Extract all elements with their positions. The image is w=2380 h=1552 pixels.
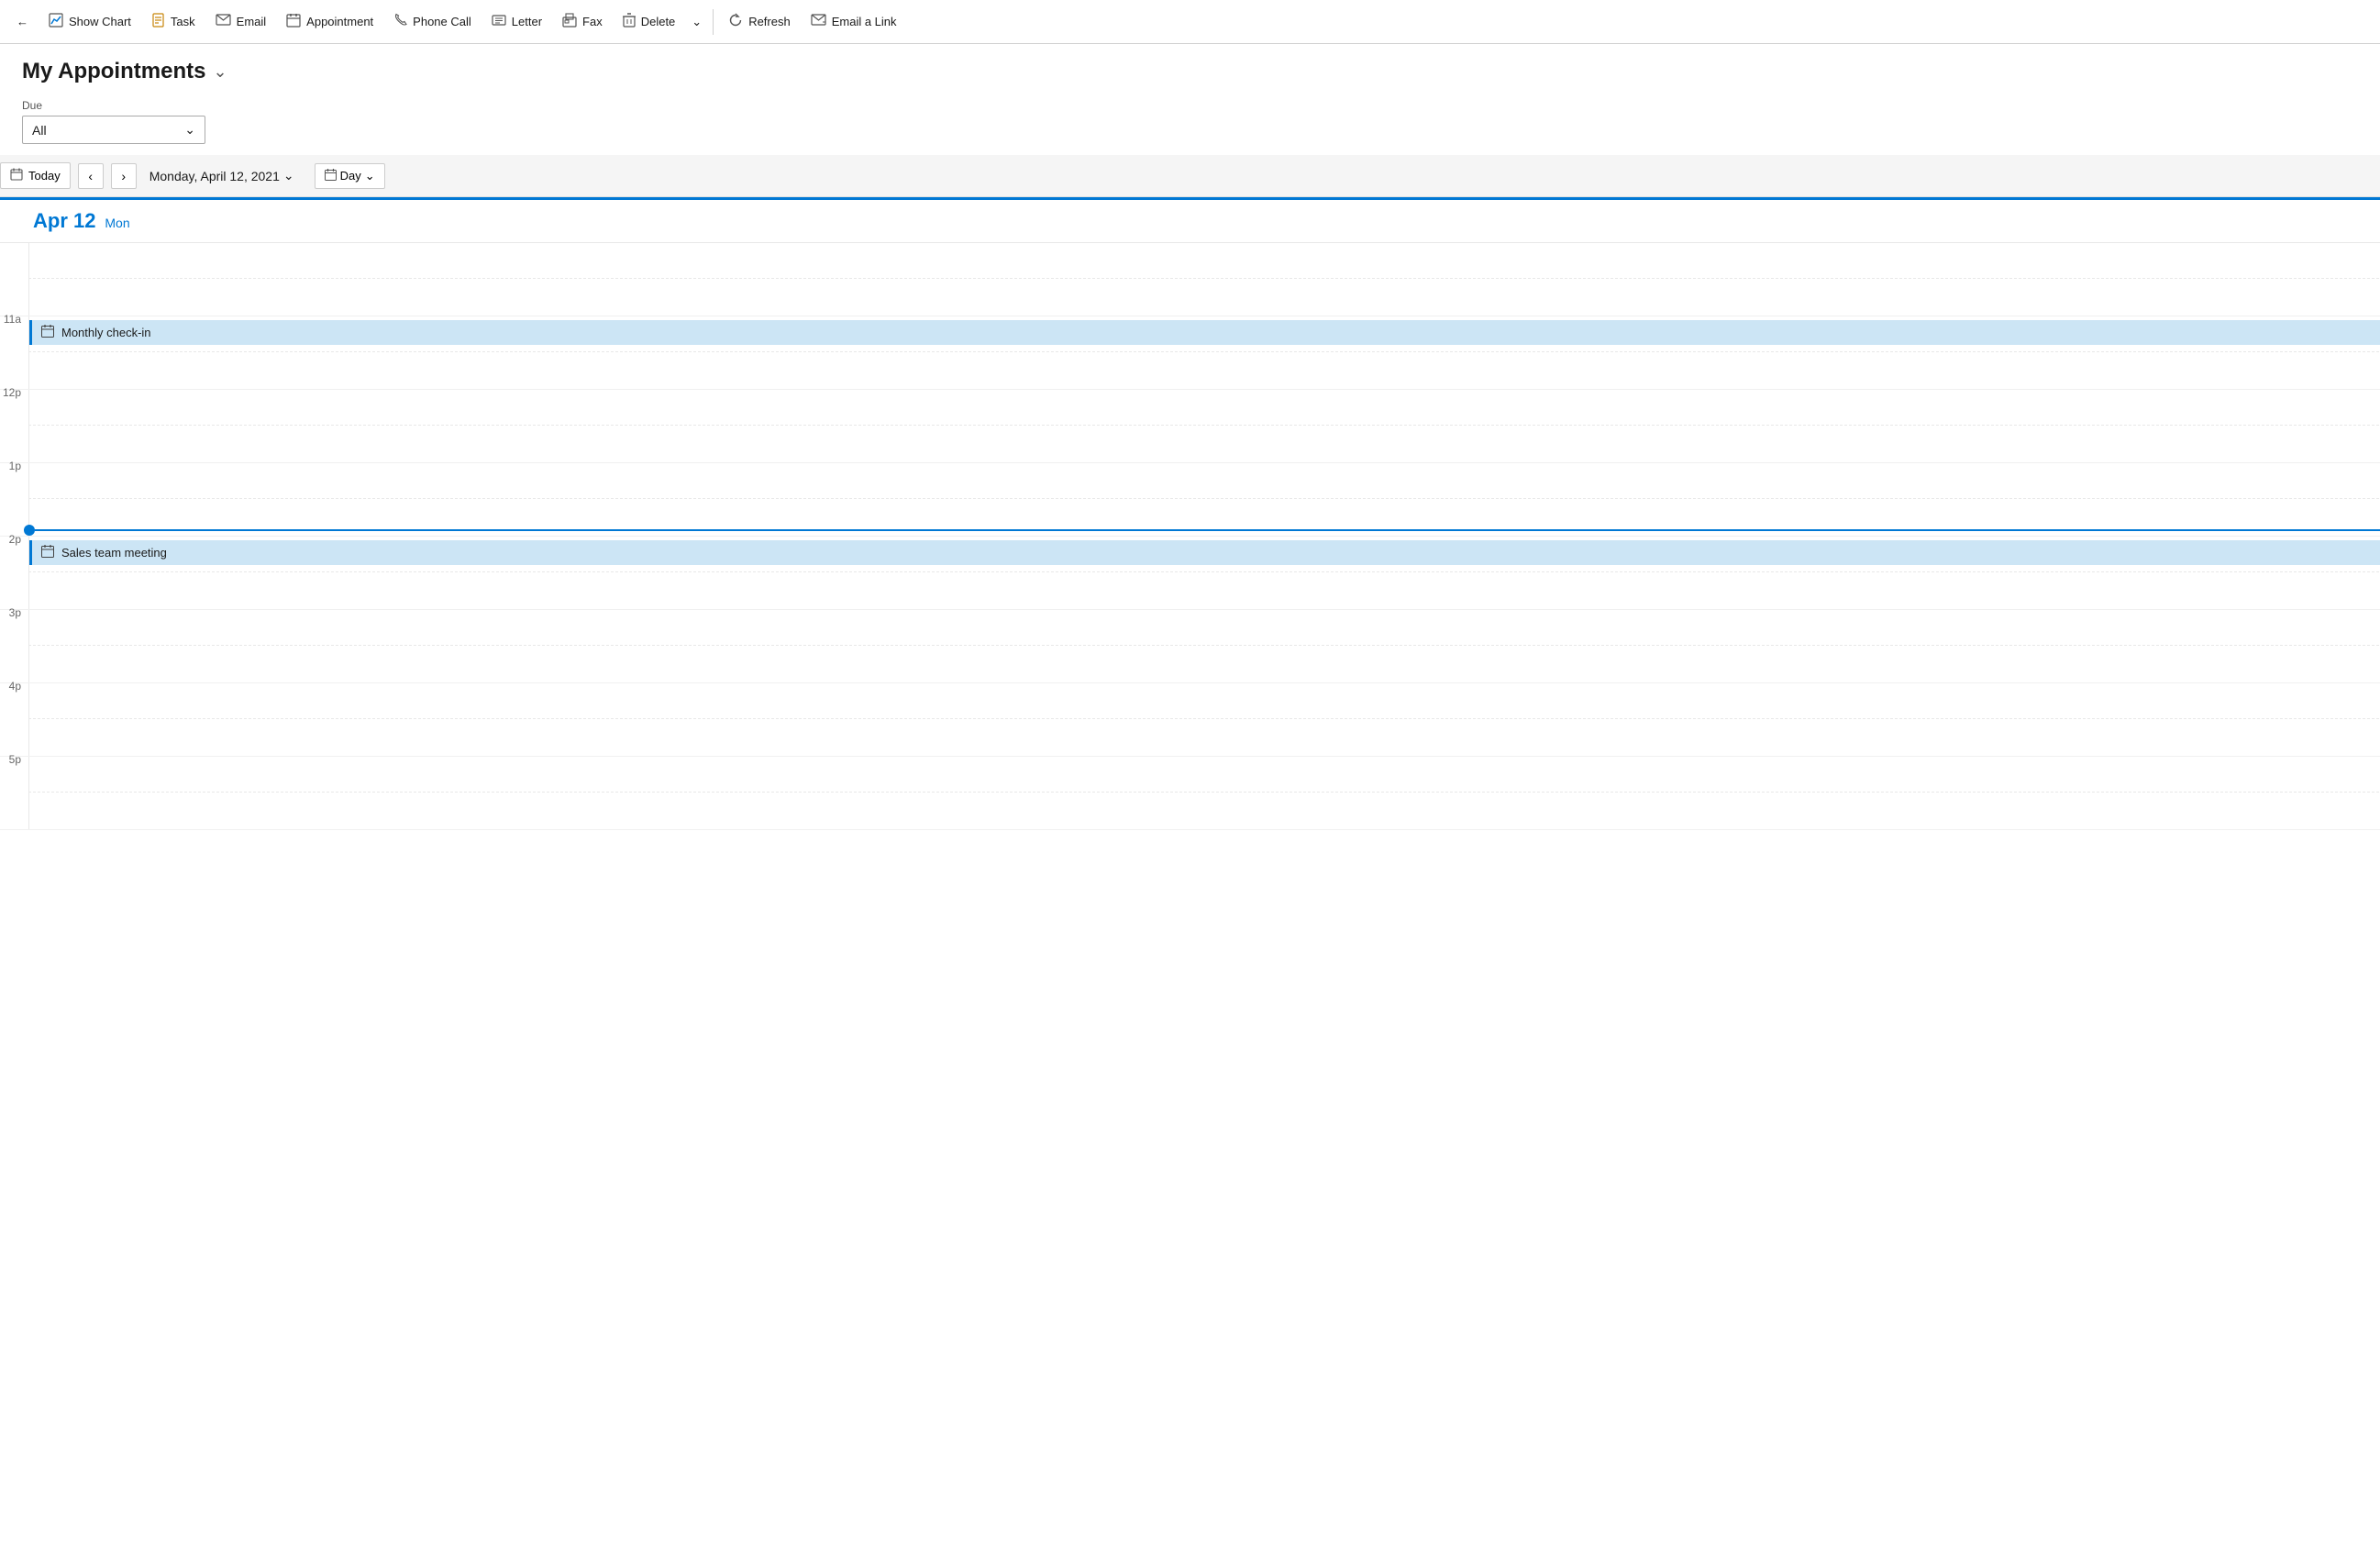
delete-button[interactable]: Delete bbox=[614, 7, 685, 37]
filter-value: All bbox=[32, 123, 47, 138]
time-content-1p bbox=[28, 463, 2380, 536]
time-label-4p: 4p bbox=[0, 676, 28, 756]
time-row-4p: 4p bbox=[0, 683, 2380, 757]
view-chevron-icon: ⌄ bbox=[365, 169, 375, 183]
fax-button[interactable]: Fax bbox=[553, 7, 612, 37]
view-calendar-icon bbox=[325, 169, 337, 183]
back-button[interactable]: ← bbox=[7, 9, 38, 34]
email-icon bbox=[216, 14, 231, 29]
letter-button[interactable]: Letter bbox=[482, 8, 551, 36]
filter-section: Due All ⌄ bbox=[22, 99, 2358, 144]
page-title-chevron[interactable]: ⌄ bbox=[213, 62, 227, 82]
date-day-name: Mon bbox=[105, 216, 129, 230]
page-content: My Appointments ⌄ Due All ⌄ bbox=[0, 44, 2380, 144]
time-content-3p bbox=[28, 610, 2380, 682]
filter-chevron-icon: ⌄ bbox=[184, 122, 195, 138]
time-row-empty bbox=[0, 243, 2380, 316]
time-label-2p: 2p bbox=[0, 529, 28, 609]
view-button[interactable]: Day ⌄ bbox=[315, 163, 385, 189]
task-button[interactable]: Task bbox=[142, 7, 205, 37]
calendar-icon bbox=[10, 168, 23, 183]
delete-label: Delete bbox=[641, 15, 676, 28]
current-date-label[interactable]: Monday, April 12, 2021 ⌄ bbox=[144, 164, 300, 187]
task-label: Task bbox=[171, 15, 195, 28]
time-label-12p: 12p bbox=[0, 382, 28, 462]
appointment-label: Appointment bbox=[306, 15, 373, 28]
current-time-indicator bbox=[29, 525, 2380, 536]
back-icon: ← bbox=[17, 15, 28, 28]
time-content-12p bbox=[28, 390, 2380, 462]
email-link-label: Email a Link bbox=[832, 15, 897, 28]
phone-icon bbox=[393, 13, 407, 30]
page-title: My Appointments bbox=[22, 59, 205, 84]
date-text: Monday, April 12, 2021 bbox=[149, 169, 280, 183]
refresh-button[interactable]: Refresh bbox=[719, 7, 800, 37]
calendar-nav: Today ‹ › Monday, April 12, 2021 ⌄ Day ⌄ bbox=[0, 155, 2380, 197]
chevron-down-icon: ⌄ bbox=[692, 15, 702, 28]
phone-call-button[interactable]: Phone Call bbox=[384, 7, 481, 36]
email-label: Email bbox=[237, 15, 267, 28]
time-row-3p: 3p bbox=[0, 610, 2380, 683]
right-arrow-icon: › bbox=[121, 169, 126, 183]
time-row-11a: 11a Monthly check-in bbox=[0, 316, 2380, 390]
event-label-sales-meeting: Sales team meeting bbox=[61, 546, 167, 560]
fax-label: Fax bbox=[582, 15, 603, 28]
time-label-1p: 1p bbox=[0, 456, 28, 536]
time-grid: 11a Monthly check-in 12p bbox=[0, 243, 2380, 830]
show-chart-label: Show Chart bbox=[69, 15, 131, 28]
email-link-button[interactable]: Email a Link bbox=[802, 8, 906, 35]
time-row-2p: 2p Sales team meeting bbox=[0, 537, 2380, 610]
due-filter-select[interactable]: All ⌄ bbox=[22, 116, 205, 144]
event-label-monthly-checkin: Monthly check-in bbox=[61, 326, 151, 339]
time-content-4p bbox=[28, 683, 2380, 756]
time-row-5p: 5p bbox=[0, 757, 2380, 830]
refresh-label: Refresh bbox=[748, 15, 791, 28]
time-label-empty bbox=[0, 236, 28, 316]
phone-call-label: Phone Call bbox=[413, 15, 471, 28]
chart-icon bbox=[49, 13, 63, 31]
time-content-2p: Sales team meeting bbox=[28, 537, 2380, 609]
current-time-dot bbox=[24, 525, 35, 536]
letter-label: Letter bbox=[512, 15, 542, 28]
event-monthly-checkin[interactable]: Monthly check-in bbox=[29, 320, 2380, 345]
delete-icon bbox=[623, 13, 636, 31]
next-date-button[interactable]: › bbox=[111, 163, 137, 189]
toolbar-divider bbox=[713, 9, 714, 35]
toolbar: ← Show Chart Task bbox=[0, 0, 2380, 44]
time-row-12p: 12p bbox=[0, 390, 2380, 463]
calendar-body: Apr 12 Mon 11a bbox=[0, 197, 2380, 830]
current-time-bar bbox=[35, 529, 2380, 531]
today-label: Today bbox=[28, 169, 61, 183]
view-label: Day bbox=[340, 169, 361, 183]
email-button[interactable]: Email bbox=[206, 8, 276, 35]
time-content-empty bbox=[28, 243, 2380, 316]
task-icon bbox=[151, 13, 165, 31]
date-chevron-icon: ⌄ bbox=[283, 168, 294, 183]
date-day-number: Apr 12 bbox=[33, 209, 95, 232]
time-label-11a: 11a bbox=[0, 309, 28, 389]
event-calendar-icon-1 bbox=[41, 325, 54, 340]
today-button[interactable]: Today bbox=[0, 162, 71, 189]
prev-date-button[interactable]: ‹ bbox=[78, 163, 104, 189]
page-title-row: My Appointments ⌄ bbox=[22, 59, 2358, 84]
show-chart-button[interactable]: Show Chart bbox=[39, 7, 140, 37]
appointment-icon bbox=[286, 13, 301, 31]
time-row-1p: 1p bbox=[0, 463, 2380, 537]
time-label-5p: 5p bbox=[0, 749, 28, 829]
more-button[interactable]: ⌄ bbox=[686, 9, 707, 35]
fax-icon bbox=[562, 13, 577, 31]
time-content-5p bbox=[28, 757, 2380, 829]
left-arrow-icon: ‹ bbox=[88, 169, 93, 183]
filter-label: Due bbox=[22, 99, 2358, 112]
event-sales-meeting[interactable]: Sales team meeting bbox=[29, 540, 2380, 565]
event-calendar-icon-2 bbox=[41, 545, 54, 560]
refresh-icon bbox=[728, 13, 743, 31]
appointment-button[interactable]: Appointment bbox=[277, 7, 382, 37]
time-label-3p: 3p bbox=[0, 603, 28, 682]
letter-icon bbox=[492, 14, 506, 30]
calendar-date-header: Apr 12 Mon bbox=[0, 200, 2380, 243]
time-content-11a: Monthly check-in bbox=[28, 316, 2380, 389]
email-link-icon bbox=[811, 14, 826, 29]
